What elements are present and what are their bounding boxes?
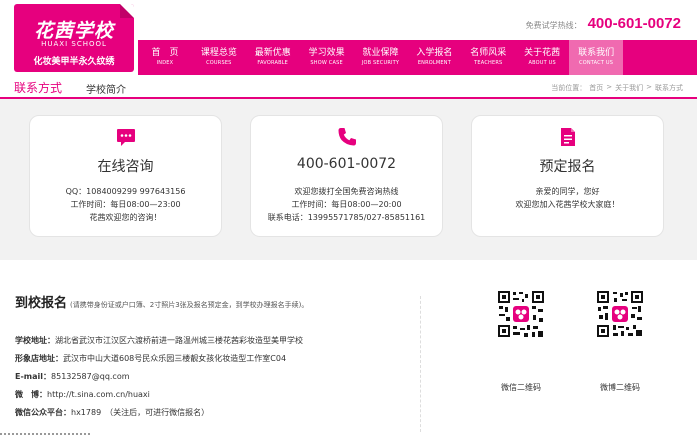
breadcrumb-separator: >: [606, 83, 613, 91]
wechat-qr-label: 微信二维码: [501, 383, 541, 392]
nav-item-sublabel: TEACHERS: [474, 60, 503, 66]
nav-item-sublabel: INDEX: [156, 60, 174, 66]
info-key: 微 博: [15, 390, 39, 399]
nav-item-contact-us[interactable]: 联系我们 CONTACT US: [569, 40, 624, 75]
subnav-current-title[interactable]: 联系方式: [14, 79, 62, 96]
card-line: 工作时间：每日08:00—20:00: [291, 200, 402, 209]
hotline: 免费试学热线： 400-601-0072: [526, 15, 681, 32]
info-sep: ：: [63, 408, 71, 417]
nav-item-sublabel: FAVORABLE: [257, 60, 289, 66]
card-lines: 亲爱的同学，您好 欢迎您加入花茜学校大家庭！: [472, 185, 663, 211]
breadcrumb: 当前位置： 首页 > 关于我们 > 联系方式: [551, 83, 683, 93]
visit-section: 到校报名 (请携带身份证或户口簿、2寸照片3张及报名预定金，到学校办理报名手续)…: [0, 260, 697, 436]
nav-item-job-security[interactable]: 就业保障 JOB SECURITY: [354, 40, 408, 75]
card-reservation[interactable]: 预定报名 亲爱的同学，您好 欢迎您加入花茜学校大家庭！: [471, 115, 664, 237]
logo-english-name: HUAXI SCHOOL: [41, 40, 107, 48]
visit-title: 到校报名: [15, 296, 68, 311]
phone-icon: [338, 128, 356, 146]
nav-item-label: 入学报名: [416, 48, 453, 58]
logo-slogan: 化妆美甲半永久纹绣: [33, 57, 115, 67]
nav-item-courses[interactable]: 课程总览 COURSES: [192, 40, 246, 75]
nav-item-label: 学习效果: [308, 48, 345, 58]
card-hotline: 400-601-0072 欢迎您拨打全国免费咨询热线 工作时间：每日08:00—…: [250, 115, 443, 237]
card-title: 在线咨询: [97, 159, 154, 175]
breadcrumb-current: 联系方式: [655, 84, 683, 92]
weibo-link[interactable]: http://t.sina.com.cn/huaxi: [47, 390, 150, 399]
card-line: 工作时间：每日08:00—23:00: [70, 200, 181, 209]
card-title[interactable]: 400-601-0072: [251, 156, 442, 172]
nav-item-label: 最新优惠: [254, 48, 291, 58]
nav-item-sublabel: COURSES: [206, 60, 232, 66]
info-sep: ：: [39, 390, 47, 399]
info-row-school-address: 学校地址：湖北省武汉市江汉区六渡桥前进一路温州城三楼花茜彩妆造型美甲学校: [15, 332, 415, 350]
nav-item-sublabel: ABOUT US: [528, 60, 556, 66]
card-lines: QQ：1084009299 997643156 工作时间：每日08:00—23:…: [30, 185, 221, 224]
section-divider: [420, 296, 421, 432]
info-sep: ：: [43, 372, 52, 381]
nav-item-teachers[interactable]: 名师风采 TEACHERS: [461, 40, 515, 75]
info-key: E-mail: [15, 372, 44, 381]
document-icon: [560, 128, 575, 146]
info-sep: ：: [47, 336, 55, 345]
nav-item-favorable[interactable]: 最新优惠 FAVORABLE: [246, 40, 300, 75]
visit-info: 学校地址：湖北省武汉市江汉区六渡桥前进一路温州城三楼花茜彩妆造型美甲学校 形象店…: [15, 332, 415, 422]
card-line: QQ：1084009299 997643156: [65, 187, 186, 196]
weibo-qr-label: 微博二维码: [600, 383, 640, 392]
nav-item-label: 名师风采: [470, 48, 507, 58]
wechat-qr-code: [497, 290, 545, 376]
nav-item-label: 课程总览: [200, 48, 237, 58]
nav-item-label: 关于花茜: [524, 48, 561, 58]
email-link[interactable]: 85132587@qq.com: [51, 372, 130, 381]
info-row-store-address: 形象店地址：武汉市中山大道608号民众乐园三楼靓女孩化妆造型工作室C04: [15, 350, 415, 368]
breadcrumb-home-link[interactable]: 首页: [589, 83, 603, 93]
chat-icon: [116, 129, 135, 146]
visit-note: (请携带身份证或户口簿、2寸照片3张及报名预定金，到学校办理报名手续)。: [70, 301, 309, 309]
weibo-qr-code: [596, 290, 644, 376]
nav-item-showcase[interactable]: 学习效果 SHOW CASE: [300, 40, 354, 75]
info-value: hx1789 （关注后，可进行微信报名）: [71, 408, 210, 417]
info-row-wechat: 微信公众平台：hx1789 （关注后，可进行微信报名）: [15, 404, 415, 422]
nav-item-index[interactable]: 首 页 INDEX: [138, 40, 192, 75]
hotline-label: 免费试学热线：: [525, 21, 582, 30]
info-value: 武汉市中山大道608号民众乐园三楼靓女孩化妆造型工作室C04: [63, 354, 287, 363]
nav-item-sublabel: ENROLMENT: [417, 60, 451, 66]
nav-item-about-us[interactable]: 关于花茜 ABOUT US: [515, 40, 569, 75]
card-line: 亲爱的同学，您好: [535, 187, 600, 196]
nav-item-label: 就业保障: [362, 48, 399, 58]
nav-item-label: 联系我们: [578, 48, 615, 58]
card-title: 预定报名: [539, 159, 596, 175]
page: 花茜学校 HUAXI SCHOOL 化妆美甲半永久纹绣 免费试学热线： 400-…: [0, 0, 697, 436]
logo-chinese-name: 花茜学校: [33, 20, 114, 42]
nav-item-label: 首 页: [151, 48, 179, 58]
sub-nav: 联系方式 学校简介 当前位置： 首页 > 关于我们 > 联系方式: [0, 75, 697, 99]
info-key: 微信公众平台: [15, 408, 63, 417]
card-line: 欢迎您拨打全国免费咨询热线: [294, 187, 399, 196]
card-line: 欢迎您加入花茜学校大家庭！: [515, 200, 620, 209]
card-line: 花茜欢迎您的咨询！: [89, 213, 162, 222]
info-row-email: E-mail：85132587@qq.com: [15, 368, 415, 386]
nav-item-enrolment[interactable]: 入学报名 ENROLMENT: [407, 40, 461, 75]
nav-item-sublabel: SHOW CASE: [310, 60, 343, 66]
card-line: 联系电话：13995571785/027-85851161: [267, 213, 426, 222]
site-header: 花茜学校 HUAXI SCHOOL 化妆美甲半永久纹绣 免费试学热线： 400-…: [0, 0, 697, 75]
info-row-weibo: 微 博：http://t.sina.com.cn/huaxi: [15, 386, 415, 404]
main-nav: 首 页 INDEX 课程总览 COURSES 最新优惠 FAVORABLE 学习…: [138, 40, 697, 75]
school-logo[interactable]: 花茜学校 HUAXI SCHOOL 化妆美甲半永久纹绣: [14, 4, 134, 72]
nav-item-sublabel: CONTACT US: [579, 60, 614, 66]
breadcrumb-prefix: 当前位置：: [551, 84, 587, 92]
breadcrumb-about-link[interactable]: 关于我们: [615, 83, 643, 93]
subnav-link-school-intro[interactable]: 学校简介: [86, 81, 126, 96]
nav-item-sublabel: JOB SECURITY: [361, 60, 400, 66]
info-key: 学校地址: [15, 336, 47, 345]
visit-heading: 到校报名 (请携带身份证或户口簿、2寸照片3张及报名预定金，到学校办理报名手续)…: [15, 292, 308, 311]
info-key: 形象店地址: [15, 354, 55, 363]
card-online-consult: 在线咨询 QQ：1084009299 997643156 工作时间：每日08:0…: [29, 115, 222, 237]
breadcrumb-separator: >: [646, 83, 652, 91]
info-sep: ：: [55, 354, 63, 363]
contact-cards-area: 在线咨询 QQ：1084009299 997643156 工作时间：每日08:0…: [0, 99, 697, 260]
card-lines: 欢迎您拨打全国免费咨询热线 工作时间：每日08:00—20:00 联系电话：13…: [251, 185, 442, 224]
info-value: 湖北省武汉市江汉区六渡桥前进一路温州城三楼花茜彩妆造型美甲学校: [55, 336, 303, 345]
hotline-number[interactable]: 400-601-0072: [588, 15, 681, 32]
